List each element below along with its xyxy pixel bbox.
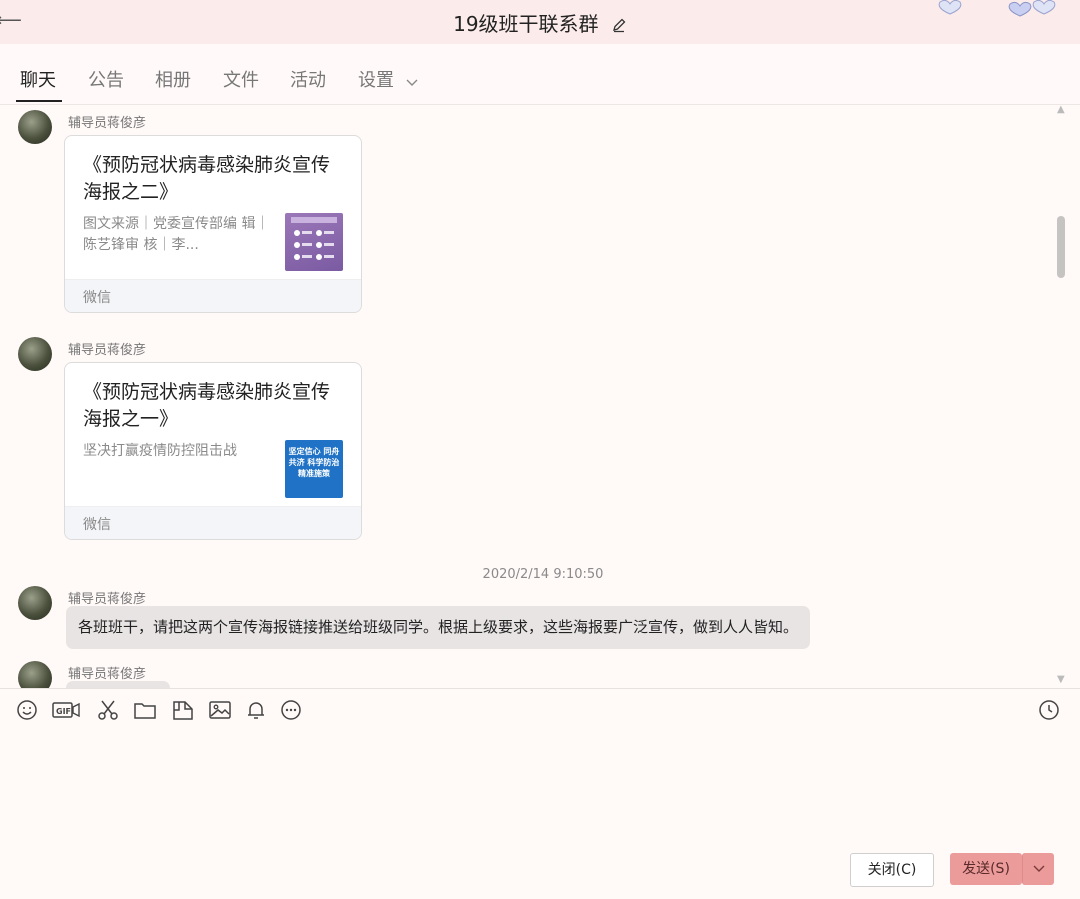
window-title-wrap: 19级班干联系群 <box>0 8 1080 38</box>
bell-icon[interactable] <box>244 698 268 722</box>
more-icon[interactable] <box>279 698 303 722</box>
tab-files[interactable]: 文件 <box>223 66 259 92</box>
tab-album[interactable]: 相册 <box>155 66 191 92</box>
card-title: 《预防冠状病毒感染肺炎宣传海报之一》 <box>83 381 331 430</box>
scroll-down-icon[interactable]: ▼ <box>1057 674 1065 685</box>
avatar[interactable] <box>18 110 52 144</box>
active-tab-indicator <box>16 100 62 102</box>
link-card[interactable]: 《预防冠状病毒感染肺炎宣传海报之二》 图文来源｜党委宣传部编 辑｜陈艺锋审 核｜… <box>64 135 362 313</box>
chat-message-list[interactable]: 辅导员蒋俊彦 《预防冠状病毒感染肺炎宣传海报之二》 图文来源｜党委宣传部编 辑｜… <box>0 105 1080 688</box>
scroll-up-icon[interactable]: ▲ <box>1057 104 1065 115</box>
chat-scrollbar-thumb[interactable] <box>1057 216 1065 278</box>
heart-decoration-icon <box>938 0 1056 17</box>
scissors-icon[interactable] <box>96 698 120 722</box>
sender-name: 辅导员蒋俊彦 <box>68 343 147 358</box>
avatar[interactable] <box>18 337 52 371</box>
window-title: 19级班干联系群 <box>453 12 599 36</box>
card-title: 《预防冠状病毒感染肺炎宣传海报之二》 <box>83 154 331 203</box>
card-description: 图文来源｜党委宣传部编 辑｜陈艺锋审 核｜李... <box>83 216 270 253</box>
sticker-icon[interactable] <box>171 698 195 722</box>
folder-icon[interactable] <box>133 698 157 722</box>
history-clock-icon[interactable] <box>1037 698 1061 722</box>
card-thumbnail <box>285 213 343 271</box>
title-bar: ⟵ 19级班干联系群 <box>0 0 1080 44</box>
gif-icon[interactable]: GIF <box>52 698 80 722</box>
avatar[interactable] <box>18 586 52 620</box>
card-source-footer: 微信 <box>65 279 361 312</box>
tab-activities[interactable]: 活动 <box>290 66 326 92</box>
svg-text:GIF: GIF <box>56 707 71 716</box>
message-input[interactable] <box>0 730 1080 840</box>
tab-bar: 聊天 公告 相册 文件 活动 设置 <box>0 44 1080 105</box>
image-icon[interactable] <box>208 698 232 722</box>
card-source-footer: 微信 <box>65 506 361 539</box>
card-thumbnail: 坚定信心 同舟共济 科学防治 精准施策 <box>285 440 343 498</box>
emoji-icon[interactable] <box>15 698 39 722</box>
input-divider <box>0 688 1080 689</box>
text-message-bubble[interactable] <box>66 681 170 688</box>
send-options-dropdown[interactable] <box>1022 853 1054 885</box>
link-card[interactable]: 《预防冠状病毒感染肺炎宣传海报之一》 坚决打赢疫情防控阻击战 坚定信心 同舟共济… <box>64 362 362 540</box>
send-button[interactable]: 发送(S) <box>950 853 1022 885</box>
chevron-down-icon <box>406 71 418 92</box>
message-timestamp: 2020/2/14 9:10:50 <box>482 567 604 582</box>
close-button[interactable]: 关闭(C) <box>850 853 934 887</box>
sender-name: 辅导员蒋俊彦 <box>68 592 147 607</box>
tab-chat[interactable]: 聊天 <box>20 66 56 92</box>
chevron-down-icon <box>1033 865 1044 872</box>
tab-settings-label: 设置 <box>358 70 394 91</box>
tab-settings[interactable]: 设置 <box>358 66 418 92</box>
tab-announcement[interactable]: 公告 <box>88 66 124 92</box>
card-source: 微信 <box>83 517 111 533</box>
edit-pencil-icon[interactable] <box>611 14 627 38</box>
sender-name: 辅导员蒋俊彦 <box>68 116 147 131</box>
sender-name: 辅导员蒋俊彦 <box>68 667 147 682</box>
card-source: 微信 <box>83 290 111 306</box>
text-message-bubble[interactable]: 各班班干，请把这两个宣传海报链接推送给班级同学。根据上级要求，这些海报要广泛宣传… <box>66 606 811 649</box>
card-description: 坚决打赢疫情防控阻击战 <box>83 443 237 459</box>
avatar[interactable] <box>18 661 52 688</box>
